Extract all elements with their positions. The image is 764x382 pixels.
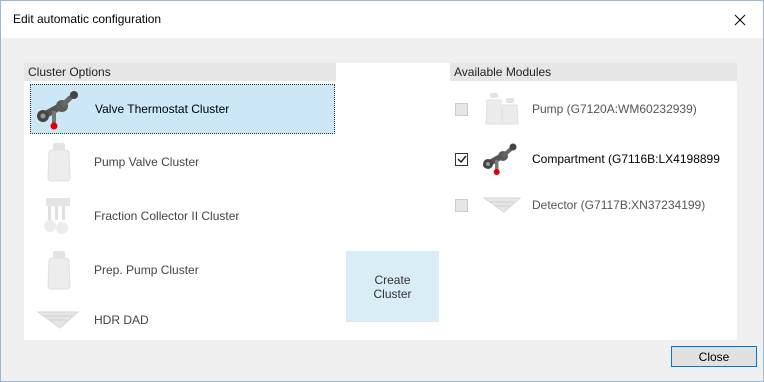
double-bottle-icon xyxy=(485,93,519,125)
title-bar: Edit automatic configuration xyxy=(1,1,763,38)
module-item-pump[interactable]: Pump (G7120A:WM60232939) xyxy=(452,91,737,127)
cluster-item-fraction-collector[interactable]: Fraction Collector II Cluster xyxy=(30,191,335,241)
valve-thermostat-icon xyxy=(37,91,78,130)
cluster-options-header: Cluster Options xyxy=(24,63,336,81)
pump-bottle-icon xyxy=(47,143,71,182)
checkmark-icon xyxy=(457,155,467,164)
pump-bottle-icon xyxy=(47,251,71,290)
close-icon xyxy=(734,14,746,25)
module-item-detector[interactable]: Detector (G7117B:XN37234199) xyxy=(452,187,737,223)
close-button[interactable]: Close xyxy=(671,346,757,367)
configuration-panel: Cluster Options Valve Thermostat Cluster xyxy=(24,63,737,340)
module-item-label: Compartment (G7116B:LX4198899 xyxy=(532,152,720,166)
fraction-collector-icon xyxy=(44,198,70,234)
valve-thermostat-icon xyxy=(483,143,517,175)
dialog-content: Cluster Options Valve Thermostat Cluster xyxy=(1,38,763,381)
detector-icon xyxy=(482,197,522,213)
module-item-label: Detector (G7117B:XN37234199) xyxy=(532,198,706,212)
cluster-item-valve-thermostat[interactable]: Valve Thermostat Cluster xyxy=(30,84,335,134)
module-checkbox-compartment[interactable] xyxy=(455,152,468,166)
module-checkbox-pump[interactable] xyxy=(455,102,468,116)
create-cluster-label-line2: Cluster xyxy=(373,286,412,301)
dialog-window: Edit automatic configuration Cluster Opt… xyxy=(0,0,764,382)
module-item-label: Pump (G7120A:WM60232939) xyxy=(532,102,697,116)
cluster-item-prep-pump[interactable]: Prep. Pump Cluster xyxy=(30,245,335,295)
module-item-compartment[interactable]: Compartment (G7116B:LX4198899 xyxy=(452,141,737,177)
cluster-item-label: Fraction Collector II Cluster xyxy=(94,209,240,223)
detector-icon xyxy=(36,311,80,329)
module-checkbox-detector[interactable] xyxy=(455,198,468,212)
cluster-item-pump-valve[interactable]: Pump Valve Cluster xyxy=(30,137,335,187)
cluster-item-hdr-dad[interactable]: HDR DAD xyxy=(30,300,335,340)
create-cluster-label-line1: Create xyxy=(374,272,411,287)
close-window-button[interactable] xyxy=(717,1,763,38)
cluster-item-label: Pump Valve Cluster xyxy=(94,155,200,169)
cluster-item-label: Prep. Pump Cluster xyxy=(94,263,199,277)
window-title: Edit automatic configuration xyxy=(13,12,162,26)
cluster-item-label: Valve Thermostat Cluster xyxy=(95,102,230,116)
available-modules-header: Available Modules xyxy=(450,63,737,81)
cluster-item-label: HDR DAD xyxy=(94,313,149,327)
create-cluster-button[interactable]: Create Cluster xyxy=(346,251,439,322)
